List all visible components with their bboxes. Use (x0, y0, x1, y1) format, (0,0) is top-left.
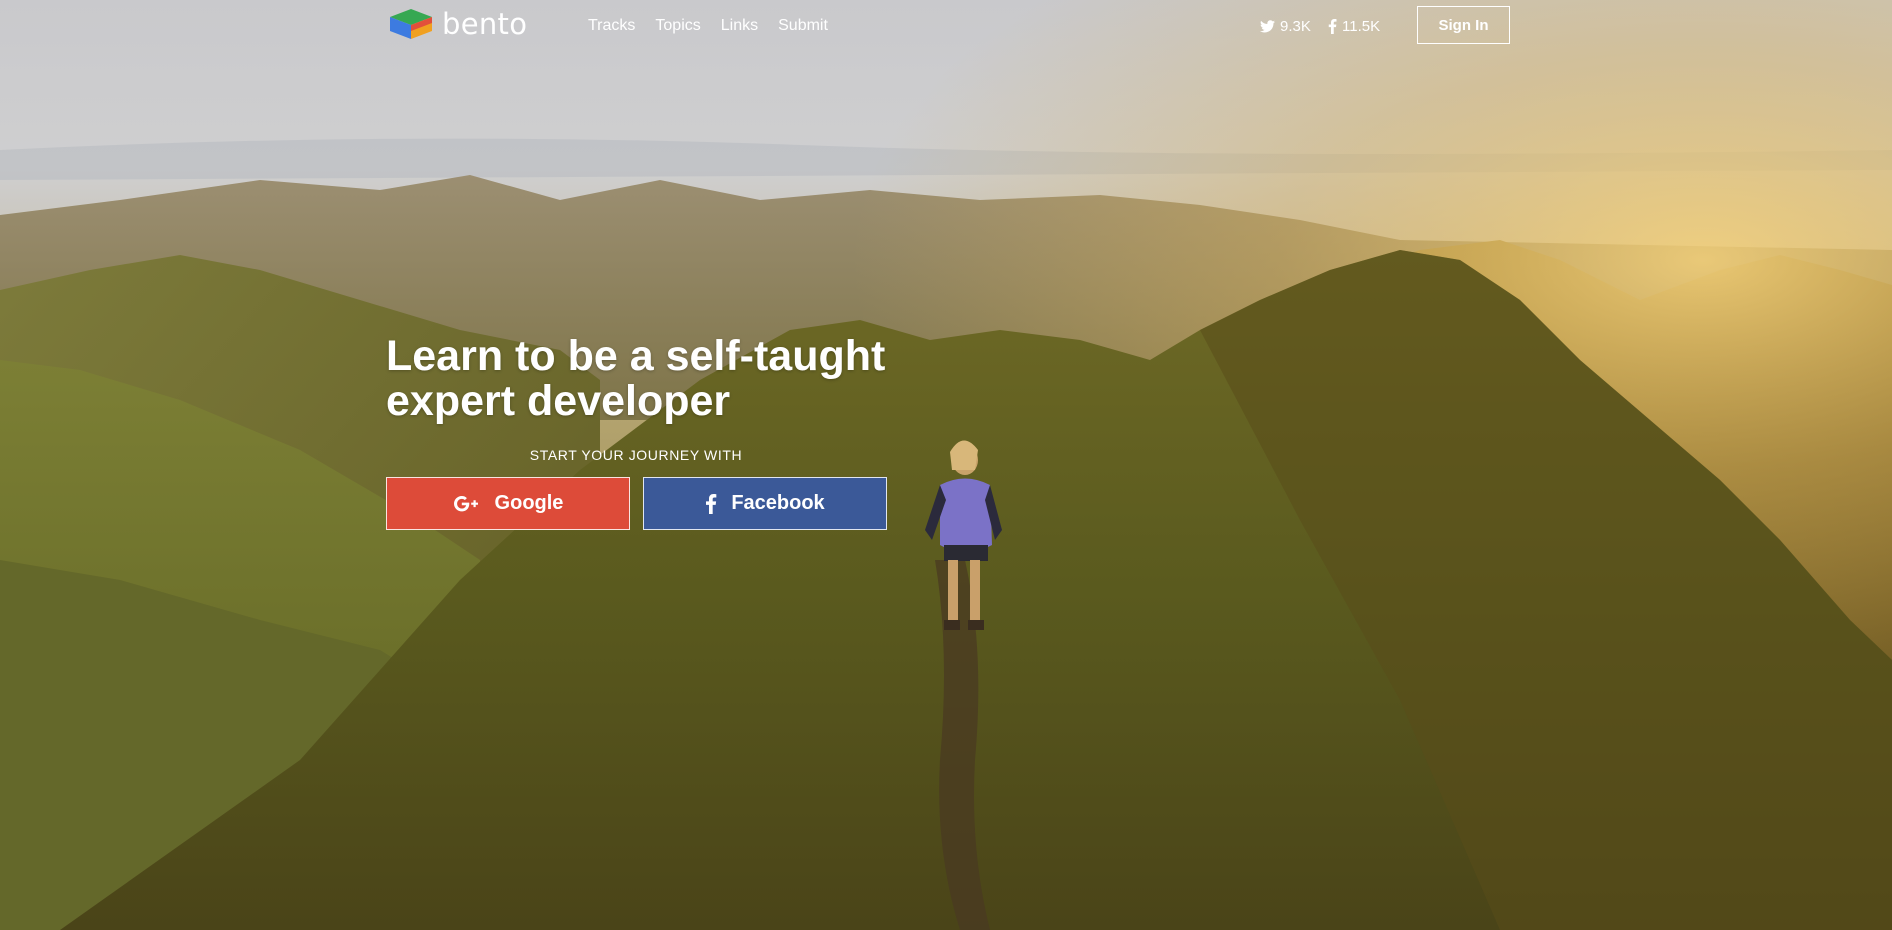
main-nav: Tracks Topics Links Submit (588, 17, 828, 35)
hero-title-line-2: expert developer (386, 377, 731, 425)
twitter-share[interactable]: 9.3K (1260, 18, 1311, 35)
facebook-button-label: Facebook (731, 492, 825, 514)
facebook-signin-button[interactable]: Facebook (643, 477, 887, 530)
hero-title: Learn to be a self-taught expert develop… (386, 334, 906, 424)
nav-item-topics[interactable]: Topics (655, 17, 700, 35)
google-button-label: Google (494, 492, 564, 514)
hero-background-image (0, 0, 1892, 930)
facebook-f-icon (705, 493, 717, 514)
sign-in-button[interactable]: Sign In (1417, 6, 1510, 44)
journey-subtitle: START YOUR JOURNEY WITH (529, 447, 743, 463)
bento-cube-logo-icon (390, 9, 432, 39)
facebook-share[interactable]: 11.5K (1328, 18, 1380, 35)
google-signin-button[interactable]: Google (386, 477, 630, 530)
hero-title-line-1: Learn to be a self-taught (386, 332, 886, 380)
facebook-icon (1328, 19, 1337, 34)
brand-name: bento (442, 7, 528, 41)
twitter-icon (1260, 20, 1275, 33)
facebook-count: 11.5K (1342, 18, 1381, 35)
nav-item-links[interactable]: Links (721, 17, 758, 35)
google-plus-icon (453, 495, 481, 513)
nav-item-tracks[interactable]: Tracks (588, 17, 635, 35)
brand-logo[interactable]: bento (388, 7, 527, 41)
twitter-count: 9.3K (1280, 18, 1311, 35)
top-navbar: bento Tracks Topics Links Submit 9.3K 11… (0, 0, 1892, 56)
nav-item-submit[interactable]: Submit (778, 17, 828, 35)
